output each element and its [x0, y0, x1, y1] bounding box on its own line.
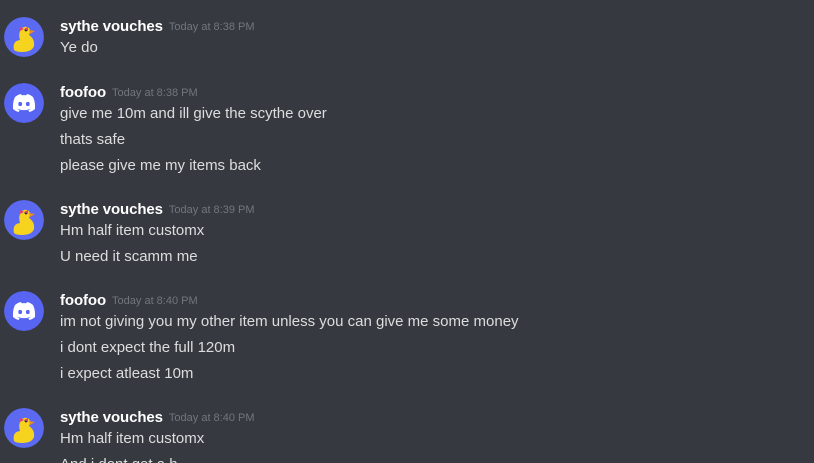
username[interactable]: sythe vouches [60, 409, 163, 426]
timestamp: Today at 8:40 PM [112, 295, 198, 307]
avatar[interactable] [4, 408, 44, 448]
timestamp: Today at 8:40 PM [168, 412, 255, 424]
message-text: And i dont get a h [60, 454, 178, 463]
message-text: im not giving you my other item unless y… [60, 313, 519, 330]
timestamp: Today at 8:39 PM [168, 204, 255, 216]
message-text: thats safe [60, 131, 126, 148]
username[interactable]: sythe vouches [60, 18, 163, 35]
duck-avatar-icon [4, 200, 44, 240]
timestamp: Today at 8:38 PM [112, 87, 198, 99]
username[interactable]: foofoo [60, 84, 106, 101]
discord-logo-icon [4, 83, 44, 123]
message-header: foofoo Today at 8:38 PM [60, 83, 198, 103]
username[interactable]: foofoo [60, 292, 106, 309]
message-text: i expect atleast 10m [60, 365, 194, 382]
message-header: sythe vouches Today at 8:39 PM [60, 200, 255, 220]
chat-message-list[interactable]: sythe vouches Today at 8:38 PM Ye do foof… [0, 0, 814, 463]
message-header: foofoo Today at 8:40 PM [60, 291, 198, 311]
avatar[interactable] [4, 83, 44, 123]
duck-avatar-icon [4, 17, 44, 57]
message-text: give me 10m and ill give the scythe over [60, 105, 327, 122]
timestamp: Today at 8:38 PM [168, 21, 255, 33]
avatar[interactable] [4, 200, 44, 240]
username[interactable]: sythe vouches [60, 201, 163, 218]
message-header: sythe vouches Today at 8:40 PM [60, 408, 255, 428]
duck-avatar-icon [4, 408, 44, 448]
message-text: please give me my items back [60, 157, 261, 174]
message-text: Ye do [60, 39, 98, 56]
message-text: Hm half item customx [60, 430, 205, 447]
avatar[interactable] [4, 17, 44, 57]
message-text: i dont expect the full 120m [60, 339, 236, 356]
message-text: Hm half item customx [60, 222, 205, 239]
message-text: U need it scamm me [60, 248, 198, 265]
discord-logo-icon [4, 291, 44, 331]
avatar[interactable] [4, 291, 44, 331]
message-header: sythe vouches Today at 8:38 PM [60, 17, 255, 37]
